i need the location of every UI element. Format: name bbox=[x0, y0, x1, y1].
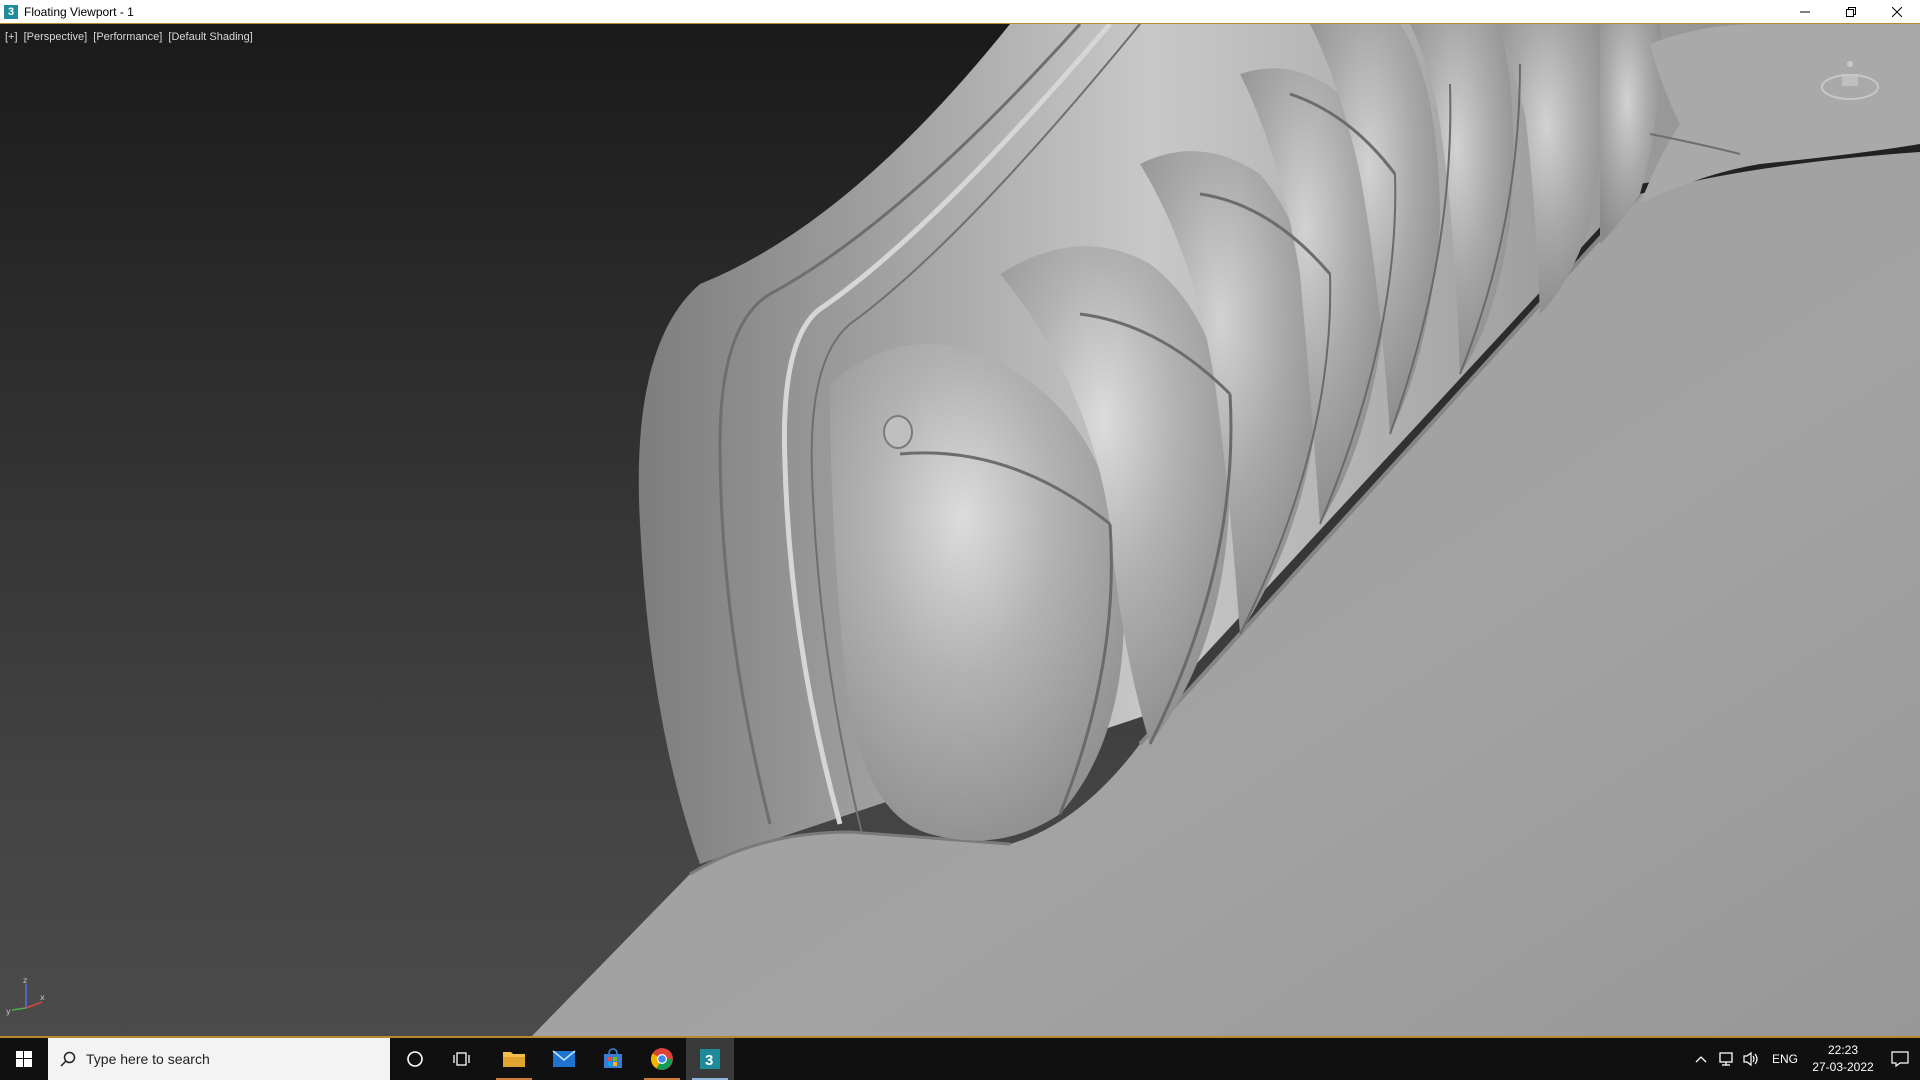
viewport-label-perspective[interactable]: [Perspective] bbox=[24, 31, 88, 43]
action-center-button[interactable] bbox=[1880, 1038, 1920, 1080]
cortana-button[interactable] bbox=[391, 1038, 439, 1080]
task-view-icon bbox=[453, 1052, 470, 1066]
restore-button[interactable] bbox=[1828, 0, 1874, 24]
notification-icon bbox=[1891, 1051, 1909, 1067]
mail-icon bbox=[552, 1050, 576, 1067]
chrome-icon bbox=[651, 1048, 673, 1070]
cortana-icon bbox=[407, 1051, 423, 1067]
clock-time: 22:23 bbox=[1827, 1043, 1858, 1057]
file-explorer-icon bbox=[503, 1052, 525, 1067]
start-button[interactable] bbox=[0, 1038, 48, 1080]
clock-date: 27-03-2022 bbox=[1812, 1060, 1874, 1074]
chevron-up-icon bbox=[1695, 1056, 1707, 1063]
viewport-label-shading[interactable]: [Default Shading] bbox=[168, 31, 252, 43]
network-icon bbox=[1719, 1052, 1733, 1066]
window-controls bbox=[1782, 0, 1920, 24]
store-icon bbox=[604, 1048, 622, 1068]
window-title: Floating Viewport - 1 bbox=[24, 4, 134, 19]
file-explorer-button[interactable] bbox=[490, 1038, 538, 1080]
chrome-button[interactable] bbox=[638, 1038, 686, 1080]
viewport-menu-plus[interactable]: [+] bbox=[5, 31, 18, 43]
taskbar-clock[interactable]: 22:23 27-03-2022 bbox=[1806, 1038, 1880, 1080]
viewport-labels[interactable]: [+] [Perspective] [Performance] [Default… bbox=[5, 31, 256, 43]
restore-icon bbox=[1846, 7, 1856, 17]
minimize-button[interactable] bbox=[1782, 0, 1828, 24]
viewport-label-performance[interactable]: [Performance] bbox=[93, 31, 162, 43]
network-button[interactable] bbox=[1714, 1038, 1738, 1080]
windows-logo-icon bbox=[16, 1051, 32, 1067]
title-bar: 3 Floating Viewport - 1 bbox=[0, 0, 1920, 24]
svg-text:3: 3 bbox=[705, 1052, 713, 1069]
3dsmax-taskbar-button[interactable]: 3 bbox=[686, 1038, 734, 1080]
volume-button[interactable] bbox=[1738, 1038, 1764, 1080]
axis-z-label: z bbox=[23, 976, 27, 985]
show-hidden-icons-button[interactable] bbox=[1688, 1038, 1714, 1080]
store-button[interactable] bbox=[589, 1038, 637, 1080]
close-button[interactable] bbox=[1874, 0, 1920, 24]
sofa-model-render[interactable] bbox=[0, 24, 1920, 1038]
task-view-button[interactable] bbox=[439, 1038, 487, 1080]
3dsmax-app-icon[interactable]: 3 bbox=[4, 4, 18, 19]
close-icon bbox=[1892, 7, 1902, 17]
taskbar-search-box[interactable]: Type here to search bbox=[48, 1038, 390, 1080]
taskbar: Type here to search 3 ENG 22:23 27-03-20… bbox=[0, 1038, 1920, 1080]
perspective-viewport[interactable]: [+] [Perspective] [Performance] [Default… bbox=[0, 24, 1920, 1038]
axis-x-label: x bbox=[40, 993, 45, 1002]
search-icon bbox=[60, 1051, 76, 1067]
system-tray: ENG 22:23 27-03-2022 bbox=[1688, 1038, 1920, 1080]
search-placeholder: Type here to search bbox=[86, 1051, 210, 1067]
volume-icon bbox=[1743, 1051, 1758, 1067]
viewcube-icon[interactable] bbox=[1818, 54, 1882, 104]
mail-button[interactable] bbox=[540, 1038, 588, 1080]
input-language-indicator[interactable]: ENG bbox=[1764, 1038, 1806, 1080]
axis-tripod-icon: z x y bbox=[6, 976, 45, 1016]
minimize-icon bbox=[1800, 11, 1810, 13]
axis-y-label: y bbox=[6, 1007, 11, 1016]
3dsmax-icon: 3 bbox=[700, 1049, 720, 1069]
